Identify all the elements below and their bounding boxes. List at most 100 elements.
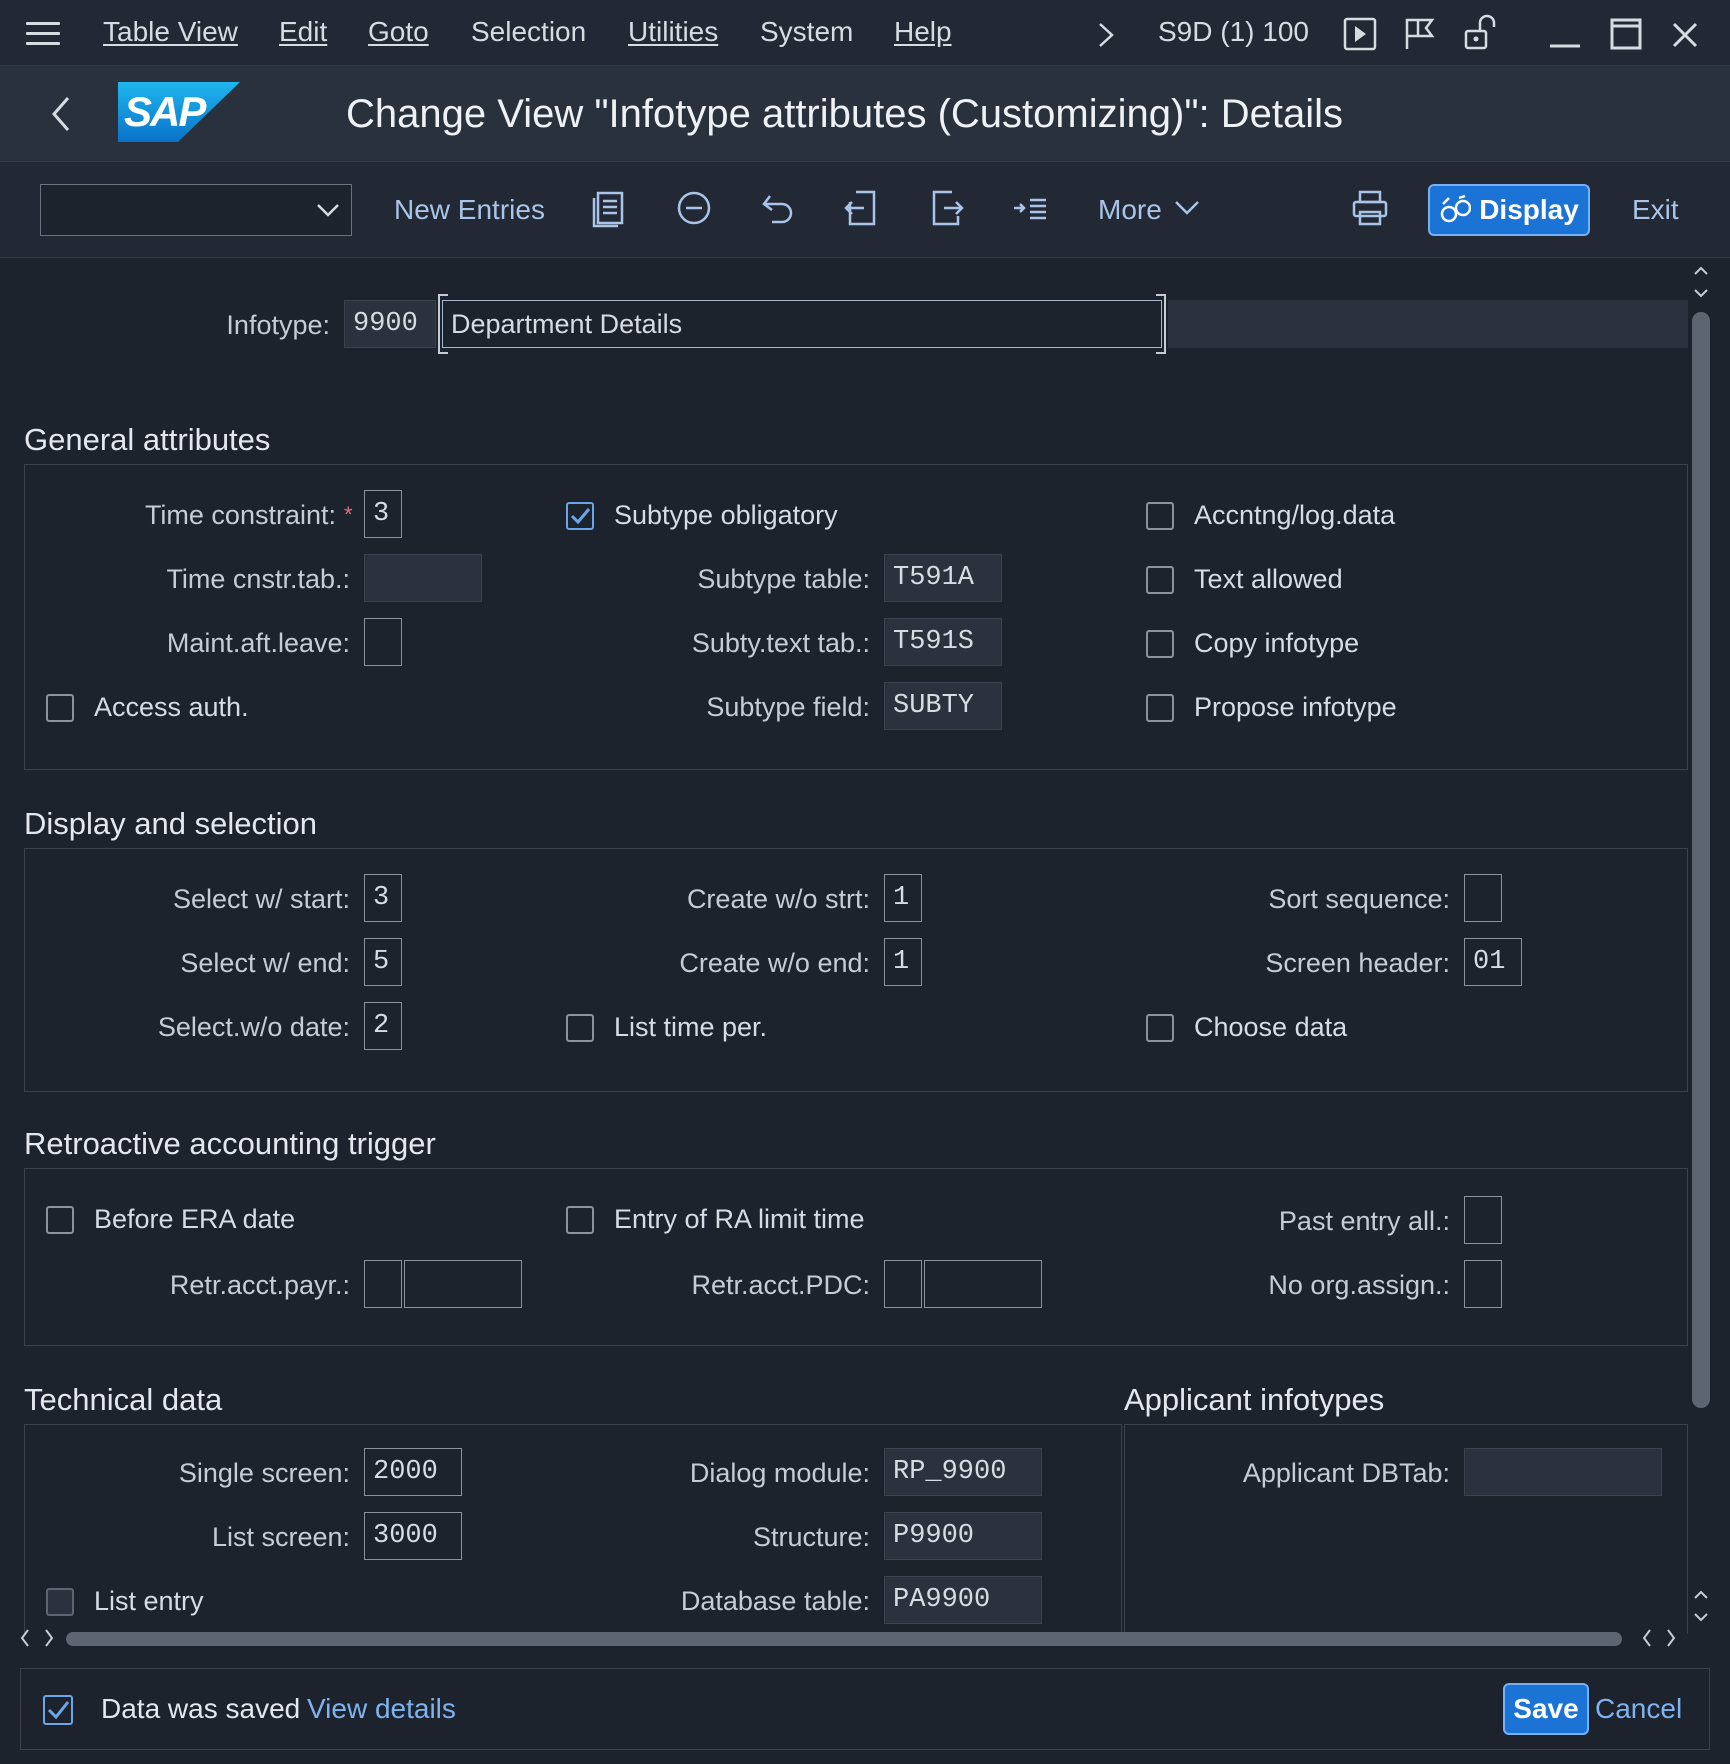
title-bar: SAP Change View "Infotype attributes (Cu… (0, 66, 1730, 162)
infotype-name-field[interactable]: Department Details (442, 300, 1162, 348)
toolbar: New Entries More Display Exit (0, 162, 1730, 258)
list-entry-checkbox[interactable] (46, 1588, 74, 1616)
scroll-up-down-bottom-icon[interactable] (1692, 1588, 1710, 1624)
undo-icon[interactable] (758, 188, 798, 228)
single-screen-field[interactable]: 2000 (364, 1448, 462, 1496)
menu-utilities[interactable]: Utilities (628, 16, 718, 48)
choose-data-checkbox[interactable] (1146, 1014, 1174, 1042)
dialog-module-field: RP_9900 (884, 1448, 1042, 1496)
vertical-scroll-thumb[interactable] (1692, 312, 1710, 1408)
retr-acct-pdc-field-2[interactable] (924, 1260, 1042, 1308)
before-era-date-label: Before ERA date (94, 1204, 296, 1234)
menu-edit[interactable]: Edit (279, 16, 327, 48)
sap-logo: SAP (118, 82, 240, 142)
subtype-obligatory-checkbox[interactable] (566, 502, 594, 530)
copy-as-icon[interactable] (590, 188, 630, 228)
choose-data-label: Choose data (1194, 1012, 1348, 1042)
time-constraint-label: Time constraint: (144, 500, 336, 530)
unlock-icon[interactable] (1462, 14, 1498, 52)
subtype-table-field: T591A (884, 554, 1002, 602)
retr-acct-payr-field-2[interactable] (404, 1260, 522, 1308)
close-icon[interactable] (1670, 20, 1700, 50)
maximize-icon[interactable] (1610, 18, 1642, 50)
propose-infotype-checkbox[interactable] (1146, 694, 1174, 722)
view-details-link[interactable]: View details (307, 1693, 456, 1725)
more-button[interactable]: More (1098, 194, 1162, 226)
menu-system[interactable]: System (760, 16, 853, 48)
past-entry-all-field[interactable] (1464, 1196, 1502, 1244)
menu-goto[interactable]: Goto (368, 16, 429, 48)
new-entries-button[interactable]: New Entries (394, 194, 545, 226)
display-button[interactable]: Display (1428, 184, 1590, 236)
next-entry-icon[interactable] (926, 188, 966, 228)
scroll-left-right-icon[interactable] (18, 1624, 58, 1652)
minimize-icon[interactable] (1548, 20, 1582, 50)
save-button[interactable]: Save (1503, 1683, 1589, 1735)
subtype-table-label: Subtype table: (697, 564, 870, 594)
infotype-label: Infotype: (226, 310, 330, 340)
menu-selection[interactable]: Selection (471, 16, 586, 48)
scroll-up-down-icon[interactable] (1692, 264, 1710, 300)
create-wo-end-field[interactable]: 1 (884, 938, 922, 986)
menu-table-view[interactable]: Table View (103, 16, 238, 48)
retro-title: Retroactive accounting trigger (24, 1126, 436, 1161)
technical-data-title: Technical data (24, 1382, 223, 1417)
accntng-log-data-label: Accntng/log.data (1194, 500, 1396, 530)
select-w-start-label: Select w/ start: (172, 884, 350, 914)
play-icon[interactable] (1342, 16, 1378, 52)
retr-acct-pdc-field-1[interactable] (884, 1260, 922, 1308)
create-wo-strt-field[interactable]: 1 (884, 874, 922, 922)
chevron-right-icon[interactable] (1094, 20, 1118, 50)
list-screen-field[interactable]: 3000 (364, 1512, 462, 1560)
horizontal-scroll-thumb[interactable] (66, 1632, 1622, 1646)
previous-entry-icon[interactable] (842, 188, 882, 228)
single-screen-label: Single screen: (178, 1458, 350, 1488)
no-org-assign-label: No org.assign.: (1268, 1270, 1450, 1300)
toolbar-dropdown[interactable] (40, 184, 352, 236)
entry-ra-limit-checkbox[interactable] (566, 1206, 594, 1234)
access-auth-label: Access auth. (94, 692, 249, 722)
print-icon[interactable] (1350, 188, 1390, 228)
retr-acct-payr-label: Retr.acct.payr.: (169, 1270, 350, 1300)
exit-button[interactable]: Exit (1632, 194, 1679, 226)
list-entry-label: List entry (94, 1586, 204, 1616)
copy-infotype-checkbox[interactable] (1146, 630, 1174, 658)
screen-header-field[interactable]: 01 (1464, 938, 1522, 986)
sort-sequence-label: Sort sequence: (1268, 884, 1450, 914)
focus-bracket-left (438, 294, 448, 354)
status-message: Data was saved (101, 1693, 301, 1724)
required-indicator: * (344, 502, 353, 527)
no-org-assign-field[interactable] (1464, 1260, 1502, 1308)
menu-bar: Table View Edit Goto Selection Utilities… (0, 0, 1730, 66)
applicant-infotypes-title: Applicant infotypes (1124, 1382, 1385, 1417)
access-auth-checkbox[interactable] (46, 694, 74, 722)
hamburger-menu-icon[interactable] (26, 22, 60, 46)
database-table-field: PA9900 (884, 1576, 1042, 1624)
accntng-log-data-checkbox[interactable] (1146, 502, 1174, 530)
delete-icon[interactable] (674, 188, 714, 228)
select-w-start-field[interactable]: 3 (364, 874, 402, 922)
retr-acct-payr-field-1[interactable] (364, 1260, 402, 1308)
sort-sequence-field[interactable] (1464, 874, 1502, 922)
database-table-label: Database table: (680, 1586, 870, 1616)
menu-help[interactable]: Help (894, 16, 952, 48)
retr-acct-pdc-label: Retr.acct.PDC: (691, 1270, 870, 1300)
time-constraint-field[interactable]: 3 (364, 490, 402, 538)
retro-panel (24, 1168, 1688, 1346)
select-all-icon[interactable] (1010, 188, 1050, 228)
text-allowed-checkbox[interactable] (1146, 566, 1174, 594)
more-chevron-down-icon[interactable] (1172, 196, 1202, 220)
vertical-scrollbar[interactable] (1688, 258, 1714, 1626)
scroll-left-right-end-icon[interactable] (1640, 1624, 1680, 1652)
back-icon[interactable] (46, 94, 76, 134)
applicant-dbtab-field (1464, 1448, 1662, 1496)
before-era-date-checkbox[interactable] (46, 1206, 74, 1234)
subty-text-tab-field: T591S (884, 618, 1002, 666)
maint-aft-leave-field[interactable] (364, 618, 402, 666)
cancel-button[interactable]: Cancel (1595, 1693, 1682, 1725)
focus-bracket-right (1156, 294, 1166, 354)
select-w-end-field[interactable]: 5 (364, 938, 402, 986)
transaction-flag-icon[interactable] (1402, 16, 1438, 52)
list-time-per-checkbox[interactable] (566, 1014, 594, 1042)
select-wo-date-field[interactable]: 2 (364, 1002, 402, 1050)
